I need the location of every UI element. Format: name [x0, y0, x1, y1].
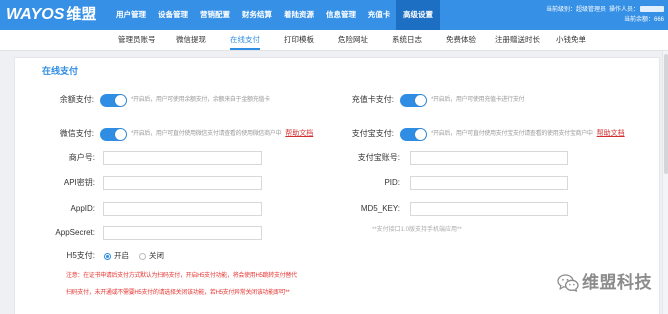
pid-input[interactable]	[410, 176, 568, 190]
top-navigation-bar: WAYOS 维盟 用户管理 设备管理 营销配置 财务结算 着陆资源 信息管理 充值…	[0, 0, 668, 30]
wechat-pay-toggle[interactable]	[100, 128, 127, 141]
recharge-card-pay-hint: *开启后，用户可使用充值卡进行支付	[431, 97, 525, 103]
user-info-line-2: 当前余额：666	[504, 15, 664, 25]
balance-pay-toggle[interactable]	[100, 94, 127, 107]
logo-text-cn: 维盟	[66, 6, 97, 23]
user-info-line-1: 当前级别：超级管理员 操作人员：	[504, 5, 664, 15]
menu-item-finance-settlement[interactable]: 财务结算	[236, 0, 278, 30]
tab-registration-bonus-time[interactable]: 注册赠送时长	[495, 30, 540, 50]
h5-disable-label[interactable]: 关闭	[149, 251, 164, 261]
recharge-card-pay-toggle[interactable]	[400, 94, 427, 107]
appid-input[interactable]	[103, 202, 262, 216]
page-title: 在线支付	[42, 66, 79, 76]
menu-item-landing-resources[interactable]: 着陆资源	[278, 0, 320, 30]
sub-navigation: 管理员账号 微信提现 在线支付 打印模板 危险网址 系统日志 免费体验 注册赠送…	[0, 30, 668, 51]
logo-text: WAYOS	[6, 6, 65, 23]
merchant-id-label: 商户号:	[68, 153, 95, 162]
alipay-interface-note: **支付接口1.0版支持手机端应用**	[372, 227, 462, 233]
pid-label: PID:	[384, 178, 400, 187]
wayos-logo[interactable]: WAYOS 维盟	[6, 6, 96, 24]
tab-online-payment[interactable]: 在线支付	[230, 30, 260, 50]
operator-label: 操作人员：	[608, 7, 639, 13]
tab-dangerous-urls[interactable]: 危险网址	[338, 30, 368, 50]
h5-pay-label: H5支付:	[66, 251, 95, 260]
menu-item-marketing-config[interactable]: 营销配置	[194, 0, 236, 30]
alipay-pay-label: 支付宝支付:	[351, 129, 394, 138]
tab-wechat-withdrawal[interactable]: 微信提现	[176, 30, 206, 50]
alipay-pay-hint: *开启后，用户可直付使用支付宝支付请查看的使用支付宝商户中 帮助文档	[431, 129, 625, 139]
wechat-pay-label: 微信支付:	[59, 129, 94, 138]
tab-free-trial[interactable]: 免费体验	[446, 30, 476, 50]
watermark-text: 维盟科技	[582, 273, 652, 292]
h5-disable-radio[interactable]	[139, 253, 146, 260]
md5-key-label: MD5_KEY:	[360, 204, 400, 213]
merchant-id-input[interactable]	[103, 151, 262, 165]
alipay-pay-toggle[interactable]	[400, 128, 427, 141]
tab-admin-accounts[interactable]: 管理员账号	[118, 30, 156, 50]
user-info: 当前级别：超级管理员 操作人员： 当前余额：666	[504, 5, 664, 25]
api-key-label: API密钥:	[63, 178, 95, 187]
toggle-knob	[115, 129, 126, 140]
operator-name-redacted	[640, 6, 664, 13]
alipay-pay-hint-text: *开启后，用户可直付使用支付宝支付请查看的使用支付宝商户中	[431, 131, 593, 137]
page-scrollbar[interactable]	[662, 51, 668, 314]
balance-label: 当前余额：	[623, 17, 654, 23]
menu-item-info-management[interactable]: 信息管理	[320, 0, 362, 30]
appid-label: AppID:	[70, 204, 95, 213]
balance-pay-label: 余额支付:	[59, 95, 94, 104]
menu-item-advanced-settings[interactable]: 高级设置	[396, 0, 440, 30]
main-menu: 用户管理 设备管理 营销配置 财务结算 着陆资源 信息管理 充值卡 高级设置	[110, 0, 440, 30]
tab-print-template[interactable]: 打印模板	[284, 30, 314, 50]
md5-key-input[interactable]	[410, 202, 568, 216]
appsecret-label: AppSecret:	[55, 228, 95, 237]
alipay-help-doc-link[interactable]: 帮助文档	[597, 130, 625, 137]
alipay-account-input[interactable]	[410, 151, 568, 165]
tab-system-log[interactable]: 系统日志	[392, 30, 422, 50]
wechat-pay-hint-text: *开启后，用户可直付使用微信支付请查看的使用微信商户中	[131, 131, 282, 137]
h5-notice-line-1: 注意：在证书申请后支付方式默认为扫码支付，开启H5支付功能，将会使用H5跳转支付…	[66, 273, 297, 279]
toggle-knob	[115, 95, 126, 106]
toggle-knob	[415, 95, 426, 106]
menu-item-device-management[interactable]: 设备管理	[152, 0, 194, 30]
online-payment-panel: 在线支付 余额支付: *开启后，用户可使用余额支付，余额来自于金额充值卡 充值卡…	[14, 57, 660, 314]
h5-enable-label[interactable]: 开启	[114, 251, 129, 261]
wechat-pay-hint: *开启后，用户可直付使用微信支付请查看的使用微信商户中 帮助文档	[131, 129, 313, 139]
balance-value: 666	[653, 17, 664, 23]
h5-enable-radio[interactable]	[104, 253, 111, 260]
appsecret-input[interactable]	[103, 226, 262, 240]
recharge-card-pay-label: 充值卡支付:	[351, 95, 394, 104]
toggle-knob	[415, 129, 426, 140]
user-level: 当前级别：超级管理员	[545, 7, 606, 13]
tab-small-free-order[interactable]: 小钱免单	[556, 30, 586, 50]
wechat-icon	[557, 274, 579, 292]
menu-item-user-management[interactable]: 用户管理	[110, 0, 152, 30]
alipay-account-label: 支付宝账号:	[357, 153, 400, 162]
wechat-help-doc-link[interactable]: 帮助文档	[285, 130, 313, 137]
balance-pay-hint: *开启后，用户可使用余额支付，余额来自于金额充值卡	[131, 97, 270, 103]
scrollbar-thumb[interactable]	[664, 54, 668, 174]
api-key-input[interactable]	[103, 176, 262, 190]
h5-notice-line-2: 扫码支付，未开通或不需要H5支付的请选择关闭该功能，若H5支付异常关闭该功能即可…	[66, 290, 290, 296]
menu-item-recharge-card[interactable]: 充值卡	[362, 0, 396, 30]
